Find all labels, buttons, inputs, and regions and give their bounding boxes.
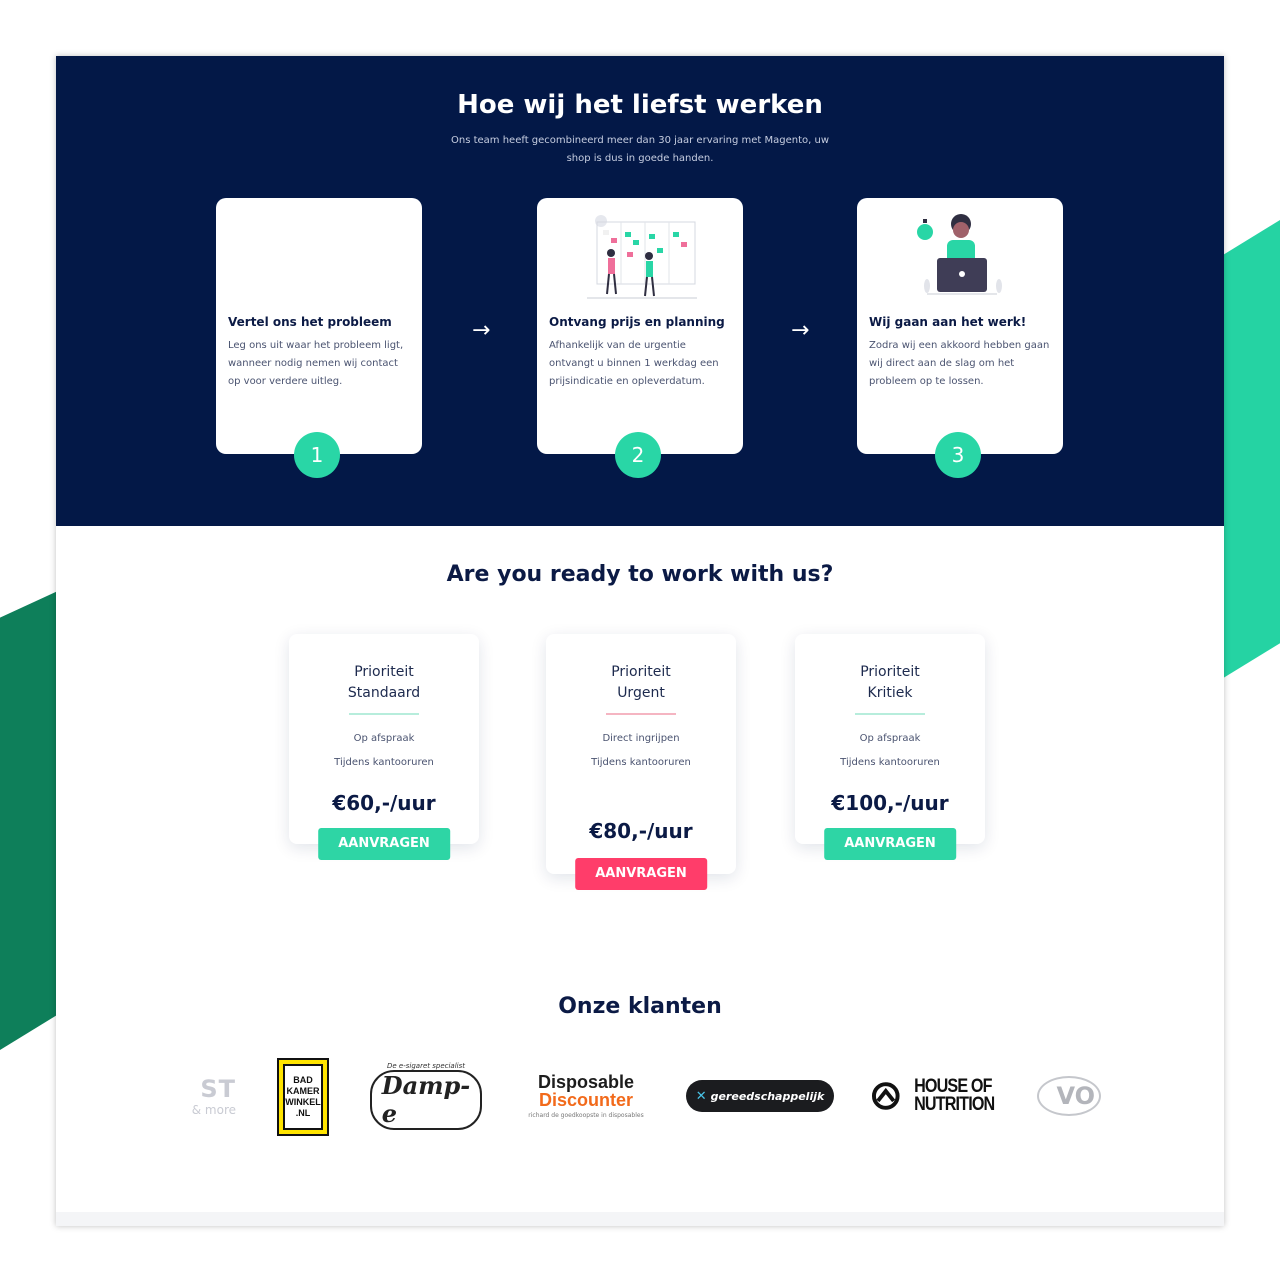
step-title: Ontvang prijs en planning <box>549 315 725 329</box>
pricing-amount: €100,-/uur <box>831 791 949 815</box>
clients-title: Onze klanten <box>558 994 722 1019</box>
pricing-card-standaard: Prioriteit Standaard Op afspraak Tijdens… <box>289 634 479 860</box>
pricing-name-line1: Prioriteit <box>860 664 920 680</box>
pricing-name: Prioriteit Urgent <box>546 662 736 704</box>
planning-board-illustration <box>587 215 697 299</box>
logo-text: KAMER <box>286 1086 320 1096</box>
logo-text: Discounter <box>538 1090 634 1110</box>
pricing-feature: Op afspraak <box>859 733 921 744</box>
logo-text: Disposable <box>537 1072 635 1092</box>
divider <box>855 713 925 715</box>
step-text: Afhankelijk van de urgentie ontvangt u b… <box>549 340 719 387</box>
client-logo-gereedschappelijk[interactable]: ✕ gereedschappelijk <box>685 1056 835 1136</box>
logo-text: ST <box>200 1075 236 1103</box>
pricing-name: Prioriteit Standaard <box>289 662 479 704</box>
how-we-work-section: Hoe wij het liefst werken Ons team heeft… <box>56 56 1224 526</box>
step-illustration-empty <box>216 208 422 308</box>
step-card-3: Wij gaan aan het werk! Zodra wij een akk… <box>857 198 1063 478</box>
logo-text: BAD <box>293 1075 313 1085</box>
cta-title: Are you ready to work with us? <box>56 562 1224 587</box>
logo-text: WINKEL <box>285 1097 321 1107</box>
step-title: Vertel ons het probleem <box>228 315 392 329</box>
pricing-feature: Tijdens kantooruren <box>334 757 434 768</box>
client-logo-house-of-nutrition[interactable]: HOUSE OF NUTRITION <box>871 1056 1001 1136</box>
pricing-feature: Tijdens kantooruren <box>591 757 691 768</box>
logo-text: De e-sigaret specialist <box>387 1062 465 1070</box>
logo-text: richard de goedkoopste in disposables <box>528 1112 644 1119</box>
client-logo-vo[interactable]: VO <box>1032 1056 1106 1136</box>
step-title: Wij gaan aan het werk! <box>869 315 1027 329</box>
decorative-shape-left <box>0 590 60 1050</box>
logo-text: .NL <box>295 1108 311 1118</box>
orbit-icon: VO <box>1037 1076 1101 1116</box>
pricing-name: Prioriteit Kritiek <box>795 662 985 704</box>
request-button[interactable]: AANVRAGEN <box>318 828 450 860</box>
pricing-card-kritiek: Prioriteit Kritiek Op afspraak Tijdens k… <box>795 634 985 860</box>
client-logo-damp-e[interactable]: De e-sigaret specialist Damp-e <box>369 1056 483 1136</box>
logo-mark: ✕ gereedschappelijk <box>685 1080 835 1112</box>
mountain-circle-icon <box>871 1082 900 1110</box>
step-card-2: Ontvang prijs en planning Afhankelijk va… <box>537 198 743 478</box>
divider <box>349 713 419 715</box>
pricing-name-line1: Prioriteit <box>611 664 671 680</box>
pricing-feature: Op afspraak <box>353 733 415 744</box>
arrow-right-icon: → <box>472 318 491 343</box>
client-logo-carousel: ST & more BAD KAMER WINKEL .NL De e-siga… <box>166 1056 1106 1146</box>
logo-text: HOUSE OF NUTRITION <box>913 1077 995 1115</box>
client-logo-disposable-discounter[interactable]: Disposable Discounter richard de goedkoo… <box>516 1056 656 1136</box>
client-logo-lyst[interactable]: ST & more <box>166 1056 236 1136</box>
step-number-badge: 3 <box>935 432 981 478</box>
step-number-badge: 1 <box>294 432 340 478</box>
divider <box>606 713 676 715</box>
logo-x-icon: ✕ <box>695 1088 707 1104</box>
request-button[interactable]: AANVRAGEN <box>575 858 707 890</box>
request-button[interactable]: AANVRAGEN <box>824 828 956 860</box>
step-number-badge: 2 <box>615 432 661 478</box>
section-subtitle: Ons team heeft gecombineerd meer dan 30 … <box>450 135 829 164</box>
step-text: Leg ons uit waar het probleem ligt, wann… <box>228 340 404 387</box>
logo-mark: BAD KAMER WINKEL .NL <box>283 1064 323 1130</box>
logo-text: & more <box>191 1103 236 1117</box>
logo-text-line: NUTRITION <box>913 1094 995 1115</box>
step-text: Zodra wij een akkoord hebben gaan wij di… <box>869 340 1050 387</box>
step-card-1: Vertel ons het probleem Leg ons uit waar… <box>216 198 422 478</box>
person-laptop-illustration <box>917 214 1002 295</box>
arrow-right-icon: → <box>791 318 810 343</box>
pricing-name-line2: Standaard <box>347 685 421 701</box>
logo-text: gereedschappelijk <box>710 1089 825 1103</box>
pricing-card-urgent: Prioriteit Urgent Direct ingrijpen Tijde… <box>546 634 736 890</box>
cta-title-before: Are you <box>446 562 550 587</box>
logo-text: VO <box>1056 1082 1095 1110</box>
cta-title-highlight: ready <box>549 562 621 587</box>
decorative-shape-right <box>1220 220 1280 680</box>
pricing-name-line2: Kritiek <box>867 685 913 701</box>
footer-band <box>56 1212 1224 1226</box>
page-frame: Hoe wij het liefst werken Ons team heeft… <box>56 56 1224 1226</box>
pricing-feature: Direct ingrijpen <box>602 733 680 744</box>
cta-title-after: to work with us? <box>620 562 834 587</box>
pricing-feature: Tijdens kantooruren <box>840 757 940 768</box>
pricing-name-line2: Urgent <box>617 685 665 701</box>
client-logo-badkamerwinkel[interactable]: BAD KAMER WINKEL .NL <box>277 1058 329 1136</box>
section-title: Hoe wij het liefst werken <box>457 90 823 120</box>
logo-text: Damp-e <box>369 1070 483 1130</box>
pricing-name-line1: Prioriteit <box>354 664 414 680</box>
pricing-amount: €60,-/uur <box>332 791 436 815</box>
pricing-amount: €80,-/uur <box>589 819 693 843</box>
